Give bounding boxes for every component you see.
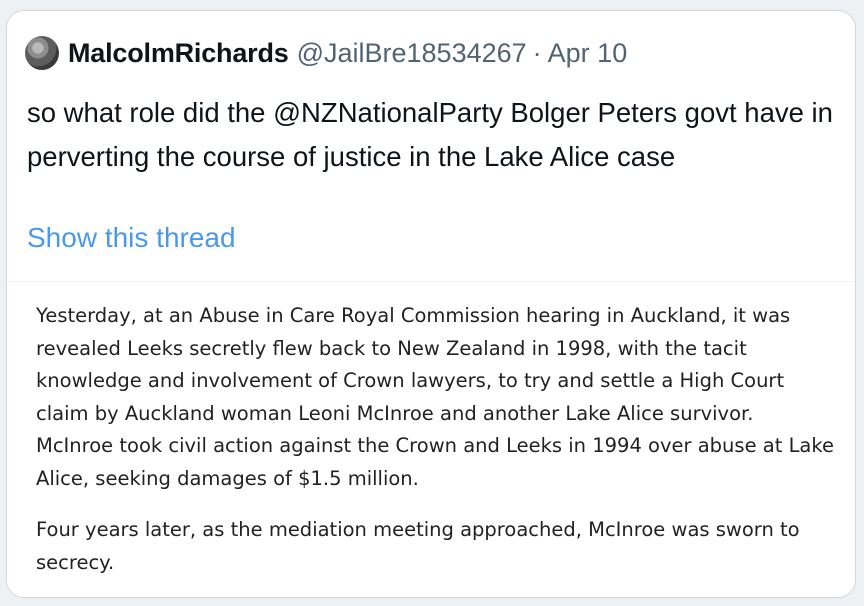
attached-text-image[interactable]: Yesterday, at an Abuse in Care Royal Com… — [7, 281, 855, 597]
tweet-date[interactable]: Apr 10 — [548, 38, 628, 69]
show-thread-link[interactable]: Show this thread — [27, 216, 236, 260]
avatar[interactable] — [25, 36, 59, 70]
tweet-card[interactable]: MalcolmRichards @JailBre18534267 · Apr 1… — [6, 10, 856, 598]
header-separator: · — [532, 37, 542, 68]
image-paragraph-1: Yesterday, at an Abuse in Care Royal Com… — [36, 304, 834, 490]
image-paragraph-2: Four years later, as the mediation meeti… — [36, 518, 800, 574]
display-name[interactable]: MalcolmRichards — [68, 38, 289, 69]
tweet-text: so what role did the @NZNationalParty Bo… — [27, 97, 833, 172]
tweet-header: MalcolmRichards @JailBre18534267 · Apr 1… — [25, 35, 627, 71]
user-handle[interactable]: @JailBre18534267 — [297, 38, 527, 69]
